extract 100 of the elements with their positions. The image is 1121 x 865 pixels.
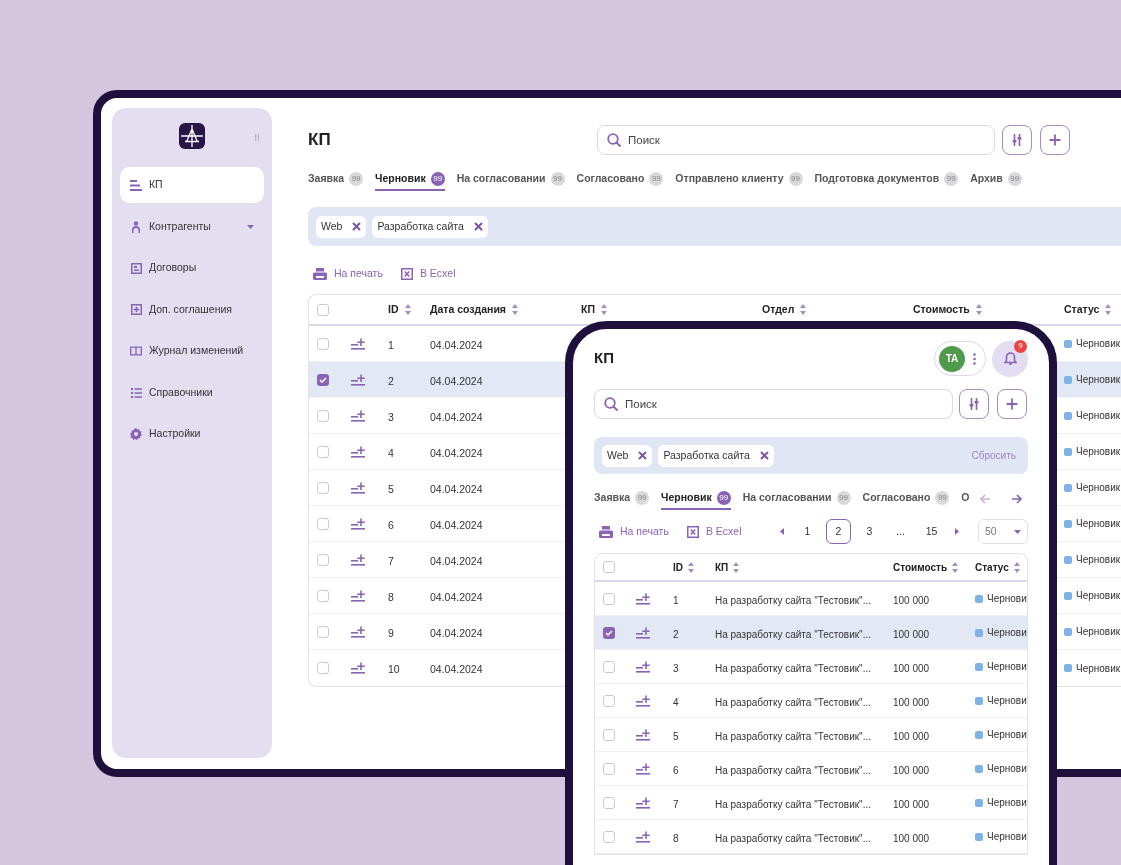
add-row-button[interactable] [636, 728, 650, 741]
column-header[interactable]: ID [673, 559, 683, 575]
add-row-button[interactable] [636, 694, 650, 707]
chip-remove-button[interactable] [638, 451, 648, 460]
table-cell: На разработку сайта "Тестовик"... [715, 730, 871, 742]
checkbox[interactable] [603, 694, 615, 707]
page-size-select[interactable]: 50 [978, 519, 1028, 544]
add-row-button[interactable] [351, 662, 365, 674]
table-cell: На разработку сайта "Тестовик"... [715, 832, 871, 844]
checkbox[interactable] [317, 445, 329, 458]
notifications-button[interactable]: 9 [992, 340, 1028, 377]
search-field[interactable]: Поиск [597, 125, 995, 155]
page-button[interactable]: ... [888, 519, 913, 544]
checkbox[interactable] [603, 626, 615, 639]
column-header[interactable]: Дата создания [430, 301, 506, 318]
page-button[interactable]: 15 [919, 519, 944, 544]
document-icon [130, 262, 142, 274]
page-button[interactable]: 2 [826, 519, 851, 544]
checkbox[interactable] [603, 660, 615, 673]
tab[interactable]: Заявка 99 [308, 169, 364, 191]
tab[interactable]: Отправлено клиенту 99 [675, 169, 803, 191]
search-field[interactable]: Поиск [594, 389, 953, 419]
checkbox[interactable] [317, 553, 329, 566]
toolbar-button[interactable]: В Ecxel [400, 266, 456, 282]
column-header[interactable]: ID [388, 301, 399, 318]
chip-remove-button[interactable] [352, 222, 362, 231]
tab[interactable]: Согласовано 99 [862, 488, 950, 510]
checkbox[interactable] [603, 561, 615, 573]
checkbox[interactable] [603, 796, 615, 809]
table-cell: 04.04.2024 [430, 338, 483, 351]
add-button[interactable] [997, 389, 1027, 419]
add-button[interactable] [1040, 125, 1070, 155]
column-header[interactable]: КП [715, 559, 729, 575]
tab[interactable]: На согласовании 99 [456, 169, 565, 191]
checkbox[interactable] [317, 481, 329, 494]
filter-button[interactable] [959, 389, 989, 419]
sidebar-item[interactable]: КП [120, 167, 264, 203]
checkbox[interactable] [317, 662, 329, 674]
column-header[interactable]: Стоимость [893, 559, 948, 575]
tab[interactable]: На согласовании 99 [742, 488, 851, 510]
add-row-button[interactable] [636, 592, 650, 605]
status-label: Черновик [1076, 337, 1121, 351]
caret-right-icon [955, 528, 959, 535]
add-row-button[interactable] [636, 762, 650, 775]
checkbox[interactable] [603, 762, 615, 775]
tab[interactable]: Черновик 99 [661, 488, 731, 510]
toolbar-button[interactable]: На печать [313, 266, 383, 282]
add-row-button[interactable] [351, 445, 365, 458]
sidebar-item[interactable]: Справочники [120, 374, 264, 411]
checkbox[interactable] [603, 592, 615, 605]
tab[interactable]: О [961, 488, 970, 510]
add-row-button[interactable] [636, 830, 650, 843]
add-row-button[interactable] [351, 373, 365, 386]
checkbox[interactable] [317, 303, 329, 316]
chip-remove-button[interactable] [759, 451, 769, 460]
table-cell: 04.04.2024 [430, 590, 483, 603]
checkbox[interactable] [317, 625, 329, 638]
column-header[interactable]: Статус [975, 559, 1009, 575]
page-button[interactable]: 3 [857, 519, 882, 544]
table-cell: 100 000 [893, 764, 930, 776]
page-button[interactable]: 1 [795, 519, 820, 544]
column-header[interactable]: Отдел [762, 301, 795, 318]
scroll-right-button[interactable] [1011, 494, 1022, 504]
checkbox[interactable] [317, 589, 329, 602]
toolbar-button[interactable]: На печать [599, 523, 669, 540]
add-row-button[interactable] [351, 589, 365, 602]
status-label: Черновик [1076, 373, 1121, 387]
filter-button[interactable] [1002, 125, 1032, 155]
add-row-button[interactable] [636, 796, 650, 809]
checkbox[interactable] [317, 337, 329, 350]
toolbar-button[interactable]: В Ecxel [686, 523, 742, 540]
checkbox[interactable] [603, 830, 615, 843]
sidebar-item[interactable]: Настройки [120, 416, 264, 452]
add-row-button[interactable] [351, 625, 365, 638]
checkbox[interactable] [317, 517, 329, 530]
add-row-button[interactable] [636, 626, 650, 639]
column-header[interactable]: Стоимость [913, 301, 970, 318]
tab[interactable]: Подготовка документов 99 [814, 169, 959, 191]
checkbox[interactable] [317, 373, 329, 386]
add-row-button[interactable] [351, 481, 365, 494]
tab[interactable]: Черновик 99 [375, 169, 445, 191]
sidebar-item[interactable]: Доп. соглашения [120, 291, 264, 328]
status-label: Черновик [1076, 553, 1121, 567]
chip-remove-button[interactable] [473, 222, 483, 231]
sidebar-item[interactable]: Контрагенты [120, 208, 264, 245]
add-row-button[interactable] [636, 660, 650, 673]
column-header[interactable]: Статус [1064, 301, 1100, 318]
add-row-button[interactable] [351, 409, 365, 422]
tab[interactable]: Заявка 99 [594, 488, 650, 510]
sidebar-item[interactable]: Договоры [120, 250, 264, 286]
checkbox[interactable] [603, 728, 615, 741]
table-cell: 04.04.2024 [430, 663, 483, 675]
add-row-button[interactable] [351, 337, 365, 350]
tab[interactable]: Архив 99 [970, 169, 1022, 191]
add-row-button[interactable] [351, 553, 365, 566]
sidebar-item[interactable]: Журнал изменений [120, 333, 264, 369]
tab[interactable]: Согласовано 99 [576, 169, 664, 191]
column-header[interactable]: КП [581, 301, 595, 318]
add-row-button[interactable] [351, 517, 365, 530]
checkbox[interactable] [317, 409, 329, 422]
